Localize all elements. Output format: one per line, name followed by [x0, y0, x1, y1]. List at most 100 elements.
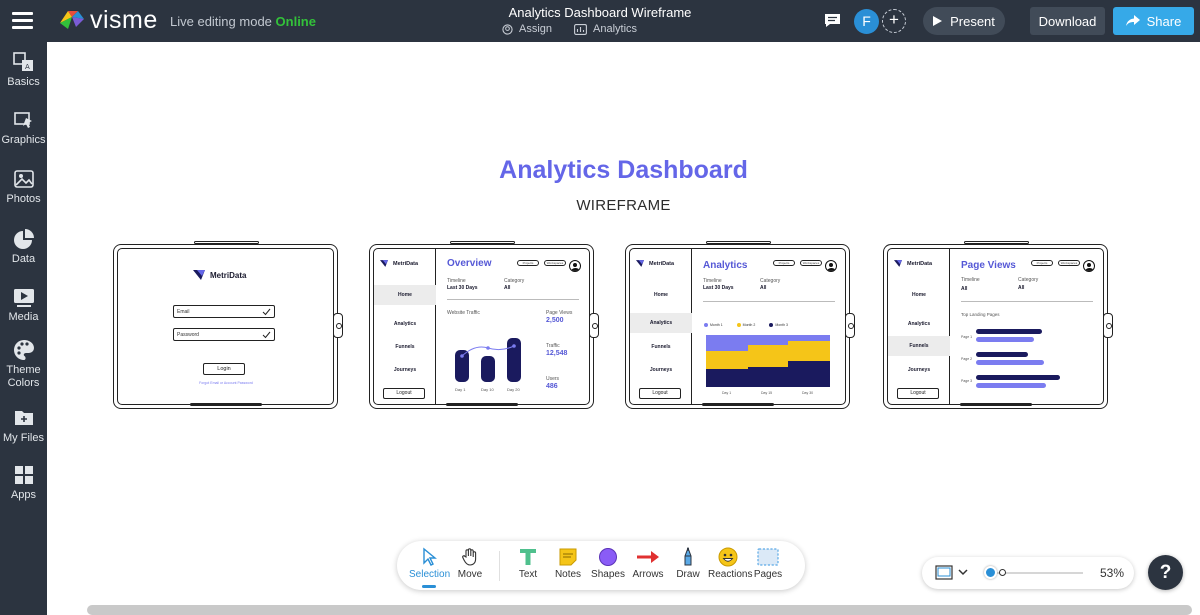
sidebar-item-media[interactable]: Media — [0, 285, 47, 324]
editing-mode-status: Live editing mode Online — [170, 14, 316, 29]
zoom-panel: 53% — [922, 557, 1134, 589]
tablet-analytics-screen[interactable]: MetriData Home Analytics Funnels Journey… — [625, 241, 855, 409]
check-icon — [262, 331, 271, 339]
analytics-icon — [574, 23, 587, 35]
tool-pages[interactable]: Pages — [748, 547, 788, 580]
logout-button[interactable]: Logout — [639, 388, 681, 399]
nav-home[interactable]: Home — [374, 285, 436, 305]
projects-pill[interactable]: Projects — [773, 260, 795, 266]
left-sidebar: A Basics Graphics Photos Data Media Them… — [0, 42, 47, 615]
nav-funnels[interactable]: Funnels — [630, 344, 692, 350]
nav-journeys[interactable]: Journeys — [630, 367, 692, 373]
nav-journeys[interactable]: Journeys — [888, 367, 950, 373]
emoji-face-icon — [718, 547, 738, 567]
cursor-arrow-icon — [423, 547, 437, 566]
pages-frame-icon — [757, 548, 779, 566]
workspaces-pill[interactable]: Workspaces — [800, 260, 822, 266]
bottom-toolbar: Selection Move Text Notes Shapes Arrows … — [397, 541, 805, 590]
online-status: Online — [275, 14, 316, 29]
tool-notes[interactable]: Notes — [548, 547, 588, 580]
editor-canvas[interactable]: Analytics Dashboard WIREFRAME MetriData … — [47, 42, 1200, 615]
assign-link[interactable]: Assign — [502, 23, 552, 35]
tool-text[interactable]: Text — [508, 547, 548, 580]
nav-journeys[interactable]: Journeys — [374, 367, 436, 373]
help-button[interactable]: ? — [1148, 555, 1183, 590]
top-bar: visme Live editing mode Online Analytics… — [0, 0, 1200, 42]
nav-home[interactable]: Home — [630, 292, 692, 298]
tool-selection[interactable]: Selection — [409, 547, 450, 580]
palette-icon — [13, 340, 34, 360]
chevron-down-icon[interactable] — [958, 569, 968, 576]
comments-icon[interactable] — [824, 13, 841, 28]
zoom-slider-handle[interactable] — [984, 566, 997, 579]
projects-pill[interactable]: Projects — [517, 260, 539, 266]
present-button[interactable]: Present — [923, 7, 1005, 35]
analytics-heading: Analytics — [703, 260, 748, 271]
tool-move[interactable]: Move — [450, 547, 490, 580]
pencil-icon — [684, 547, 692, 566]
nav-funnels[interactable]: Funnels — [888, 336, 950, 356]
tablet-page-views-screen[interactable]: MetriData Home Analytics Funnels Journey… — [883, 241, 1113, 409]
slide-view-icon[interactable] — [935, 565, 953, 580]
user-profile-icon[interactable] — [825, 260, 837, 272]
share-button[interactable]: Share — [1113, 7, 1194, 35]
sidebar-item-my-files[interactable]: My Files — [0, 406, 47, 445]
nav-funnels[interactable]: Funnels — [374, 344, 436, 350]
tablet-login-screen[interactable]: MetriData Email Password Login Forgot Em… — [113, 241, 343, 409]
email-field[interactable]: Email — [173, 305, 275, 318]
tablet-home-bar — [702, 403, 774, 406]
page-2-bar-a — [976, 352, 1028, 357]
sidebar-item-basics[interactable]: A Basics — [0, 50, 47, 89]
media-icon — [13, 289, 34, 307]
forgot-password-link[interactable]: Forgot Email or Account Password — [118, 381, 333, 385]
add-collaborator-button[interactable]: + — [882, 9, 906, 33]
download-button[interactable]: Download — [1030, 7, 1105, 35]
workspaces-pill[interactable]: Workspaces — [544, 260, 566, 266]
nav-analytics[interactable]: Analytics — [630, 313, 692, 333]
projects-pill[interactable]: Projects — [1031, 260, 1053, 266]
tool-arrows[interactable]: Arrows — [628, 547, 668, 580]
tool-shapes[interactable]: Shapes — [588, 547, 628, 580]
user-profile-icon[interactable] — [1083, 260, 1095, 272]
sidebar-item-data[interactable]: Data — [0, 227, 47, 266]
play-icon — [933, 16, 943, 26]
tool-draw[interactable]: Draw — [668, 547, 708, 580]
nav-analytics[interactable]: Analytics — [888, 321, 950, 327]
folder-icon — [14, 411, 33, 425]
sidebar-item-apps[interactable]: Apps — [0, 463, 47, 502]
nav-home[interactable]: Home — [888, 292, 950, 298]
password-field[interactable]: Password — [173, 328, 275, 341]
analytics-legend: Month 1 Month 2 Month 3 — [704, 323, 788, 327]
horizontal-scrollbar[interactable] — [87, 605, 1192, 615]
sidebar-item-theme-colors[interactable]: Theme Colors — [0, 338, 47, 390]
login-button[interactable]: Login — [203, 363, 245, 375]
user-avatar[interactable]: F — [854, 9, 879, 34]
page-1-bar-b — [976, 337, 1034, 342]
stat-users: 486 — [546, 383, 558, 390]
analytics-nav: MetriData Home Analytics Funnels Journey… — [630, 249, 692, 404]
tool-reactions[interactable]: Reactions — [708, 547, 752, 580]
menu-icon[interactable] — [12, 12, 33, 29]
tablet-camera — [333, 313, 343, 338]
tablet-overview-screen[interactable]: MetriData Home Analytics Funnels Journey… — [369, 241, 599, 409]
logout-button[interactable]: Logout — [383, 388, 425, 399]
slide-title[interactable]: Analytics Dashboard — [47, 156, 1200, 185]
pageviews-nav: MetriData Home Analytics Funnels Journey… — [888, 249, 950, 404]
visme-logo[interactable]: visme — [58, 8, 158, 33]
tablet-home-bar — [960, 403, 1032, 406]
page-3-bar-b — [976, 383, 1046, 388]
sidebar-item-photos[interactable]: Photos — [0, 167, 47, 206]
slide-subtitle[interactable]: WIREFRAME — [47, 197, 1200, 214]
nav-analytics[interactable]: Analytics — [374, 321, 436, 327]
analytics-link[interactable]: Analytics — [574, 23, 637, 35]
overview-nav: MetriData Home Analytics Funnels Journey… — [374, 249, 436, 404]
tablet-home-bar — [446, 403, 518, 406]
user-profile-icon[interactable] — [569, 260, 581, 272]
graphics-icon — [13, 112, 32, 128]
workspaces-pill[interactable]: Workspaces — [1058, 260, 1080, 266]
stat-traffic: 12,548 — [546, 350, 568, 357]
sidebar-item-graphics[interactable]: Graphics — [0, 108, 47, 147]
metridata-logo-icon — [193, 270, 205, 280]
overview-heading: Overview — [447, 258, 492, 269]
logout-button[interactable]: Logout — [897, 388, 939, 399]
